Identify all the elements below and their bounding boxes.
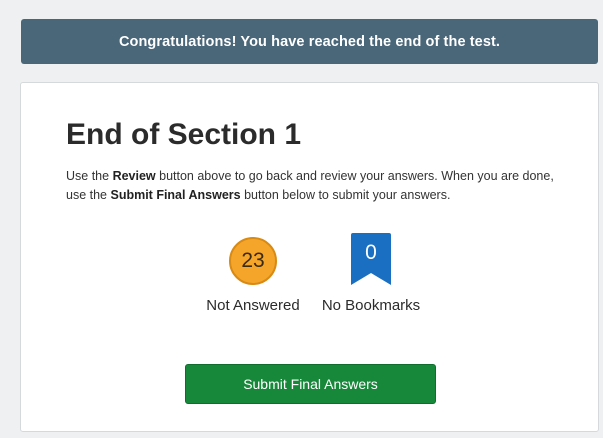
section-summary-card: End of Section 1 Use the Review button a… [20, 82, 599, 432]
not-answered-label: Not Answered [206, 297, 300, 314]
not-answered-count: 23 [241, 249, 265, 272]
banner-message: Congratulations! You have reached the en… [118, 33, 501, 50]
bookmark-count: 0 [365, 241, 377, 264]
review-keyword: Review [112, 169, 156, 183]
instructions-part-3: button below to submit your answers. [240, 188, 451, 202]
bookmarks-label: No Bookmarks [321, 297, 421, 314]
bookmarks-stat[interactable]: 0 No Bookmarks [311, 233, 431, 314]
not-answered-count-badge[interactable]: 23 [229, 237, 277, 285]
submit-final-answers-button[interactable]: Submit Final Answers [185, 364, 436, 404]
bookmark-icon[interactable]: 0 [351, 233, 391, 285]
instructions-text: Use the Review button above to go back a… [66, 167, 566, 205]
page-title: End of Section 1 [66, 118, 302, 151]
submit-keyword: Submit Final Answers [110, 188, 241, 202]
instructions-part-1: Use the [66, 169, 113, 183]
not-answered-stat[interactable]: 23 Not Answered [193, 237, 313, 314]
completion-banner: Congratulations! You have reached the en… [21, 19, 598, 64]
